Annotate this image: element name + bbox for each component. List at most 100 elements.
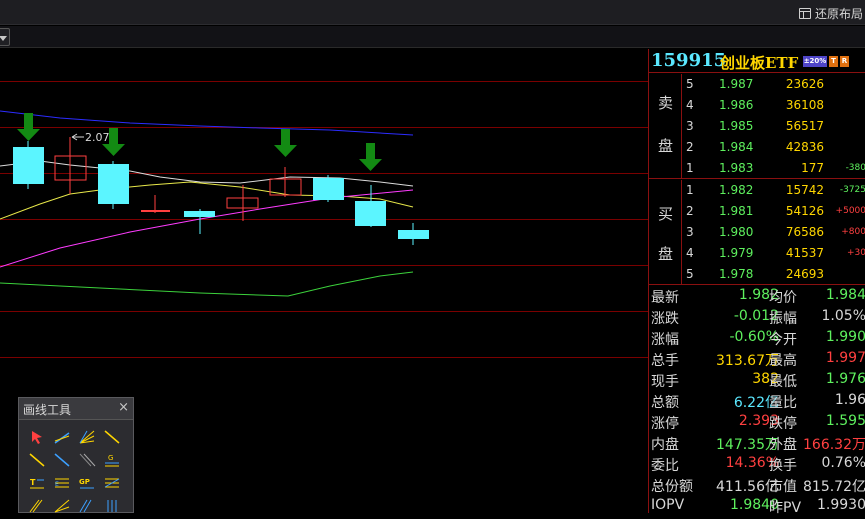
arrow-select-tool-button[interactable] <box>27 428 47 446</box>
ma-line-blue <box>0 110 414 136</box>
order-price: 1.986 <box>719 98 754 112</box>
extended-line-tool-button[interactable] <box>52 451 72 469</box>
buy-order-row[interactable]: 5 1.978 24693 <box>683 264 865 285</box>
stat-label: 总额 <box>651 395 679 411</box>
stat-label: 振幅 <box>769 311 797 327</box>
arc-tool-button[interactable] <box>77 497 97 515</box>
buy-label-char: 买 <box>658 205 674 223</box>
stat-label: IOPV <box>651 497 685 513</box>
drawing-tools-panel[interactable]: 画线工具 × G T E GP <box>18 397 134 513</box>
channel-icon <box>29 499 43 513</box>
period-dropdown-button[interactable] <box>0 28 10 46</box>
buy-order-row[interactable]: 1 1.982 15742 -3725 <box>683 180 865 201</box>
stat-value: 1.984 <box>825 287 865 303</box>
segment-line-tool-button[interactable] <box>102 428 122 446</box>
stat-label: 涨幅 <box>651 332 679 348</box>
stats-row: 总额 6.22亿 量比 1.96 <box>649 391 865 412</box>
stat-value: 166.32万 <box>803 437 865 453</box>
order-level: 2 <box>686 140 694 154</box>
stats-row: 涨跌 -0.012 振幅 1.05% <box>649 307 865 328</box>
wave-tool-button[interactable] <box>102 474 122 492</box>
order-level: 4 <box>686 98 694 112</box>
arrow-select-icon <box>32 431 42 444</box>
signal-arrows <box>17 113 382 171</box>
order-volume: 56517 <box>785 119 824 133</box>
candle-bearish <box>398 230 429 239</box>
chart-toolbar <box>0 26 865 48</box>
close-icon[interactable]: × <box>118 400 129 415</box>
order-change: +800 <box>841 227 865 237</box>
buy-order-row[interactable]: 3 1.980 76586 +800 <box>683 222 865 243</box>
parallel-line-tool-button[interactable] <box>77 451 97 469</box>
order-price: 1.983 <box>719 161 754 175</box>
sell-order-row[interactable]: 5 1.987 23626 <box>683 74 865 95</box>
sell-order-row[interactable]: 1 1.983 177 -380 <box>683 158 865 179</box>
gann-line-tool-button[interactable]: G <box>102 451 122 469</box>
stat-label: 昨PV <box>769 500 802 516</box>
high-price-annotation: 2.07 <box>71 131 110 144</box>
title-bar: 还原布局 <box>0 0 865 25</box>
fan-lines-tool-button[interactable] <box>77 428 97 446</box>
order-change: -380 <box>845 163 865 173</box>
regression-tool-button[interactable]: E <box>52 474 72 492</box>
ma-line-green <box>0 271 414 297</box>
order-volume: 41537 <box>785 246 824 260</box>
quote-header: 159915 创业板ETF ±20% T R <box>649 49 865 73</box>
ray-line-tool-button[interactable] <box>52 428 72 446</box>
order-volume: 177 <box>801 161 824 175</box>
drawing-tools-title: 画线工具 <box>23 403 72 417</box>
order-volume: 24693 <box>785 267 824 281</box>
order-price: 1.984 <box>719 140 754 154</box>
order-price: 1.978 <box>719 267 754 281</box>
stat-value: 1.976 <box>825 371 865 387</box>
order-price: 1.985 <box>719 119 754 133</box>
order-price: 1.981 <box>719 204 754 218</box>
stat-label: 涨停 <box>651 416 679 432</box>
wave-icon <box>104 478 120 488</box>
sell-orders: 卖 盘 5 1.987 23626 4 1.986 36108 3 1.985 56517 2 1.… <box>649 74 865 179</box>
sell-order-row[interactable]: 3 1.985 56517 <box>683 116 865 137</box>
trend-line-tool-button[interactable] <box>27 451 47 469</box>
order-volume: 15742 <box>785 183 824 197</box>
gp-tool-tool-button[interactable]: GP <box>77 474 97 492</box>
stat-value: 1.595 <box>825 413 865 429</box>
stat-label: 最高 <box>769 353 797 369</box>
order-level: 5 <box>686 267 694 281</box>
order-price: 1.980 <box>719 225 754 239</box>
sell-order-row[interactable]: 2 1.984 42836 <box>683 137 865 158</box>
down-arrow-icon <box>359 143 382 171</box>
candle-bearish <box>184 211 215 217</box>
drawing-tools-header[interactable]: 画线工具 × <box>19 398 133 420</box>
buy-order-row[interactable]: 2 1.981 54126 +5000 <box>683 201 865 222</box>
channel-tool-button[interactable] <box>27 497 47 515</box>
stat-value: 1.96 <box>834 392 865 408</box>
ma-line-magenta <box>0 189 414 268</box>
sell-order-row[interactable]: 4 1.986 36108 <box>683 95 865 116</box>
stat-label: 市值 <box>769 479 797 495</box>
svg-text:GP: GP <box>79 478 90 486</box>
down-arrow-icon <box>274 129 297 157</box>
buy-orders: 买 盘 1 1.982 15742 -3725 2 1.981 54126 +5000 3 1.9… <box>649 180 865 285</box>
stats-row: 涨停 2.393 跌停 1.595 <box>649 412 865 433</box>
text-tool-tool-button[interactable]: T <box>27 474 47 492</box>
stat-value: 1.05% <box>821 308 865 324</box>
stats-row: 总份额 411.56亿 市值 815.72亿 <box>649 475 865 496</box>
triangle-tool-button[interactable] <box>52 497 72 515</box>
order-price: 1.979 <box>719 246 754 260</box>
buy-order-row[interactable]: 4 1.979 41537 +30 <box>683 243 865 264</box>
restore-layout-button[interactable]: 还原布局 <box>798 4 863 22</box>
order-level: 4 <box>686 246 694 260</box>
order-level: 1 <box>686 183 694 197</box>
grid-tool-button[interactable] <box>102 497 122 515</box>
stat-label: 外盘 <box>769 437 797 453</box>
buy-side-label: 买 盘 <box>649 180 682 284</box>
order-change: +30 <box>847 248 865 258</box>
stats-row: 委比 14.36% 换手 0.76% <box>649 454 865 475</box>
extended-line-icon <box>54 453 70 467</box>
order-volume: 76586 <box>785 225 824 239</box>
stat-label: 总份额 <box>651 479 693 495</box>
stat-label: 现手 <box>651 374 679 390</box>
quote-panel: 159915 创业板ETF ±20% T R 卖 盘 5 1.987 23626 4 1… <box>648 49 865 516</box>
sell-side-label: 卖 盘 <box>649 74 682 178</box>
stats-row: 内盘 147.35万 外盘 166.32万 <box>649 433 865 454</box>
